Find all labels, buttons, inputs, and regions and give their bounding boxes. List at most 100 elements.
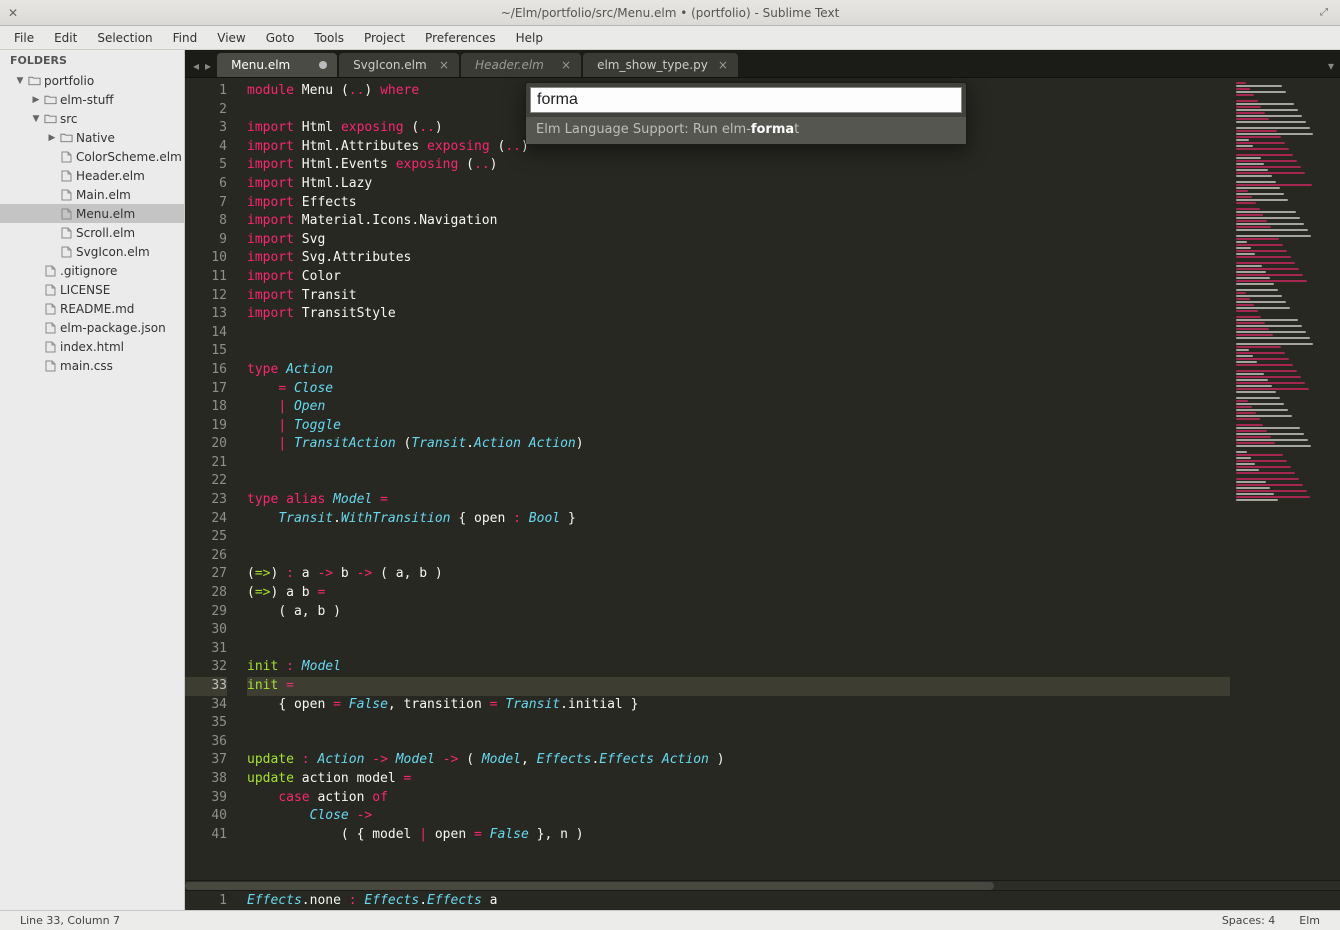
code-line[interactable]: import Color [247, 268, 1230, 287]
result-suffix: t [794, 122, 799, 137]
tree-item-label: SvgIcon.elm [74, 245, 150, 259]
code-line[interactable]: ( { model | open = False }, n ) [247, 826, 1230, 845]
chevron-down-icon[interactable]: ▼ [30, 114, 42, 124]
code-line[interactable]: { open = False, transition = Transit.ini… [247, 696, 1230, 715]
tree-item-svgicon-elm[interactable]: SvgIcon.elm [0, 242, 184, 261]
tab-nav-arrows[interactable]: ◂ ▸ [191, 59, 217, 77]
code-line[interactable]: (=>) a b = [247, 584, 1230, 603]
tree-item-main-elm[interactable]: Main.elm [0, 185, 184, 204]
code-line[interactable]: | Open [247, 398, 1230, 417]
code-line[interactable] [247, 342, 1230, 361]
code-line[interactable]: import Transit [247, 287, 1230, 306]
tree-item--gitignore[interactable]: .gitignore [0, 261, 184, 280]
line-gutter[interactable]: 1234567891011121314151617181920212223242… [185, 78, 239, 880]
code-line[interactable] [247, 528, 1230, 547]
tab-menu-elm[interactable]: Menu.elm [217, 53, 337, 77]
menu-tools[interactable]: Tools [304, 28, 354, 48]
tab-nav-back-icon[interactable]: ◂ [193, 59, 199, 73]
tree-item-colorscheme-elm[interactable]: ColorScheme.elm [0, 147, 184, 166]
output-pane[interactable]: 1 Effects.none : Effects.Effects a [185, 890, 1340, 910]
code-lines[interactable]: module Menu (..) where import Html expos… [239, 78, 1230, 880]
code-line[interactable]: import Html.Events exposing (..) [247, 156, 1230, 175]
tab-elm-show-type-py[interactable]: elm_show_type.py× [583, 53, 738, 77]
code-line[interactable]: import Svg [247, 231, 1230, 250]
code-line[interactable]: | Toggle [247, 417, 1230, 436]
tree-item-header-elm[interactable]: Header.elm [0, 166, 184, 185]
tree-item-elm-package-json[interactable]: elm-package.json [0, 318, 184, 337]
code-line[interactable]: import TransitStyle [247, 305, 1230, 324]
tab-header-elm[interactable]: Header.elm × [461, 53, 581, 77]
tab-close-icon[interactable]: × [718, 58, 728, 72]
tab-close-icon[interactable]: × [439, 58, 449, 72]
code-line[interactable]: init : Model [247, 658, 1230, 677]
window-close-icon[interactable]: ✕ [6, 6, 20, 20]
tree-item-readme-md[interactable]: README.md [0, 299, 184, 318]
minimap[interactable] [1230, 78, 1340, 880]
status-indent[interactable]: Spaces: 4 [1210, 914, 1287, 927]
tree-item-license[interactable]: LICENSE [0, 280, 184, 299]
status-syntax[interactable]: Elm [1287, 914, 1332, 927]
code-line[interactable]: | TransitAction (Transit.Action Action) [247, 435, 1230, 454]
tab-close-icon[interactable]: × [561, 58, 571, 72]
code-line[interactable]: init = [247, 677, 1230, 696]
menu-project[interactable]: Project [354, 28, 415, 48]
code-line[interactable]: Close -> [247, 807, 1230, 826]
horizontal-scrollbar[interactable] [185, 880, 1340, 890]
tree-item-src[interactable]: ▼src [0, 109, 184, 128]
code-line[interactable]: (=>) : a -> b -> ( a, b ) [247, 565, 1230, 584]
code-line[interactable]: update action model = [247, 770, 1230, 789]
sidebar[interactable]: FOLDERS ▼portfolio▶elm-stuff▼src▶NativeC… [0, 50, 185, 910]
tab-nav-fwd-icon[interactable]: ▸ [205, 59, 211, 73]
code-line[interactable]: update : Action -> Model -> ( Model, Eff… [247, 751, 1230, 770]
tree-item-portfolio[interactable]: ▼portfolio [0, 71, 184, 90]
code-line[interactable]: import Html.Lazy [247, 175, 1230, 194]
scrollbar-thumb[interactable] [185, 882, 994, 890]
menu-preferences[interactable]: Preferences [415, 28, 506, 48]
tree-item-native[interactable]: ▶Native [0, 128, 184, 147]
code-line[interactable] [247, 472, 1230, 491]
tree-item-menu-elm[interactable]: Menu.elm [0, 204, 184, 223]
code-line[interactable] [247, 640, 1230, 659]
code-line[interactable] [247, 621, 1230, 640]
code-line[interactable] [247, 324, 1230, 343]
menu-edit[interactable]: Edit [44, 28, 87, 48]
window-maximize-icon[interactable]: ⤢ [1320, 7, 1334, 18]
code-line[interactable] [247, 714, 1230, 733]
output-line-number: 1 [185, 893, 239, 908]
tab-label: Menu.elm [231, 58, 309, 72]
code-line[interactable]: type Action [247, 361, 1230, 380]
tree-item-elm-stuff[interactable]: ▶elm-stuff [0, 90, 184, 109]
code-line[interactable]: ( a, b ) [247, 603, 1230, 622]
code-line[interactable]: import Effects [247, 194, 1230, 213]
code-line[interactable] [247, 547, 1230, 566]
code-line[interactable]: import Material.Icons.Navigation [247, 212, 1230, 231]
code-line[interactable]: type alias Model = [247, 491, 1230, 510]
code-line[interactable]: import Svg.Attributes [247, 249, 1230, 268]
output-code: Effects.none : Effects.Effects a [239, 893, 498, 908]
tab-overflow-icon[interactable]: ▾ [1326, 59, 1340, 77]
menu-selection[interactable]: Selection [87, 28, 162, 48]
code-line[interactable] [247, 454, 1230, 473]
chevron-right-icon[interactable]: ▶ [46, 133, 58, 143]
statusbar: Line 33, Column 7 Spaces: 4 Elm [0, 910, 1340, 930]
code-line[interactable]: case action of [247, 789, 1230, 808]
tree-item-main-css[interactable]: main.css [0, 356, 184, 375]
code-line[interactable]: = Close [247, 380, 1230, 399]
menu-file[interactable]: File [4, 28, 44, 48]
code-line[interactable] [247, 733, 1230, 752]
code-container[interactable]: 1234567891011121314151617181920212223242… [185, 78, 1340, 880]
tab-svgicon-elm[interactable]: SvgIcon.elm× [339, 53, 459, 77]
command-palette-input[interactable] [530, 87, 962, 113]
status-position[interactable]: Line 33, Column 7 [8, 914, 1210, 927]
chevron-right-icon[interactable]: ▶ [30, 95, 42, 105]
tab-label: Header.elm [475, 58, 551, 72]
menu-find[interactable]: Find [163, 28, 208, 48]
tree-item-scroll-elm[interactable]: Scroll.elm [0, 223, 184, 242]
tree-item-index-html[interactable]: index.html [0, 337, 184, 356]
menu-goto[interactable]: Goto [256, 28, 305, 48]
command-palette-result[interactable]: Elm Language Support: Run elm-format [526, 117, 966, 144]
code-line[interactable]: Transit.WithTransition { open : Bool } [247, 510, 1230, 529]
menu-help[interactable]: Help [506, 28, 553, 48]
menu-view[interactable]: View [207, 28, 255, 48]
chevron-down-icon[interactable]: ▼ [14, 76, 26, 86]
